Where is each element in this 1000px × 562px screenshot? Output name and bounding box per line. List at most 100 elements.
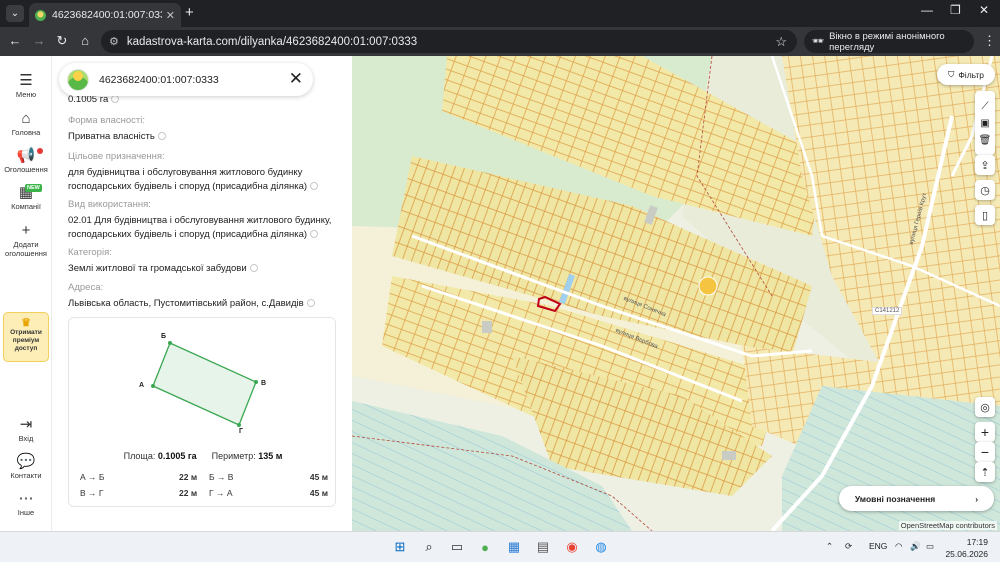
info-icon[interactable] — [111, 95, 120, 104]
reload-icon[interactable]: ↻ — [54, 33, 70, 49]
area-stat-value: 0.1005 га — [157, 451, 197, 461]
vertex-b-label: Б — [161, 333, 167, 340]
restore-icon[interactable]: ❐ — [950, 3, 961, 17]
parcel-shape — [151, 341, 258, 427]
side-row: В → Г 22 м Г → А 45 м — [80, 488, 328, 504]
info-icon[interactable] — [306, 299, 315, 308]
info-icon[interactable] — [157, 132, 166, 141]
globe-app-icon[interactable]: ◍ — [592, 538, 610, 556]
tab-title: 4623682400:01:007:0333 | Пуб — [52, 9, 162, 21]
volume-icon[interactable]: 🔊 — [910, 541, 921, 552]
site-favicon-icon — [35, 9, 46, 21]
rail-companies-label: Компанії — [11, 202, 41, 211]
side-lengths: А → Б 22 м Б → В 45 м В → Г 22 м Г → А 4… — [80, 472, 328, 504]
draw-line-icon[interactable]: ⟋ — [982, 101, 989, 112]
map-canvas[interactable] — [352, 56, 1000, 531]
tab-search-button[interactable]: ⌄ — [6, 5, 24, 22]
side-name: А → Б — [80, 472, 105, 482]
category-label: Категорія: — [68, 247, 112, 258]
close-icon[interactable]: ✕ — [289, 69, 303, 89]
site-info-icon[interactable]: ⚙ — [109, 35, 119, 48]
back-icon[interactable]: ← — [7, 33, 23, 48]
wifi-icon[interactable]: ◠ — [895, 541, 902, 552]
login-icon: ⇥ — [19, 416, 33, 433]
rail-login-label: Вхід — [18, 434, 34, 443]
language-indicator[interactable]: ENG — [869, 541, 887, 551]
compass-icon[interactable]: ⇡ — [975, 462, 995, 482]
battery-icon[interactable]: ▭ — [926, 541, 934, 552]
rail-login[interactable]: ⇥ Вхід — [0, 416, 52, 443]
new-tab-button[interactable]: + — [185, 4, 194, 21]
share-icon[interactable]: ⇪ — [975, 155, 995, 175]
megaphone-icon: 📢 — [16, 147, 36, 164]
premium-button[interactable]: ♛ Отримати преміум доступ — [3, 312, 49, 362]
rail-other[interactable]: ⋯ Інше — [0, 490, 52, 517]
rail-menu[interactable]: ☰ Меню — [0, 72, 52, 99]
rail-companies[interactable]: NEW ▦ Компанії — [0, 184, 52, 211]
calculator-icon[interactable]: ▤ — [534, 538, 552, 556]
draw-polygon-icon[interactable]: ▣ — [980, 118, 989, 129]
ownership-value: Приватна власність — [68, 131, 155, 142]
browser-toolbar: ← → ↻ ⌂ ⚙ kadastrova-karta.com/dilyanka/… — [0, 27, 1000, 56]
browser-menu-icon[interactable]: ⋮ — [983, 33, 996, 49]
screen-app-icon[interactable]: ▦ — [505, 538, 523, 556]
close-window-icon[interactable]: ✕ — [979, 3, 989, 17]
rail-add-ad[interactable]: + Додати оголошення — [0, 222, 52, 258]
incognito-icon: 🕶 — [812, 36, 825, 47]
premium-label: Отримати преміум доступ — [10, 329, 42, 352]
search-icon[interactable]: ⌕ — [420, 538, 438, 556]
cadastral-map[interactable]: вулиця Сонячна вулиця Вербова вулиця Гер… — [352, 56, 1000, 531]
home-icon: ⌂ — [21, 110, 31, 127]
bookmark-icon[interactable]: ▯ — [975, 205, 995, 225]
side-name: Б → В — [209, 472, 234, 482]
info-icon[interactable] — [249, 264, 258, 273]
trash-icon[interactable]: 🗑 — [979, 135, 992, 146]
locate-icon[interactable]: ◎ — [975, 397, 995, 417]
history-icon[interactable]: ◷ — [975, 180, 995, 200]
zoom-in-button[interactable]: + — [975, 422, 995, 442]
bookmark-star-icon[interactable]: ☆ — [775, 34, 787, 50]
ownership-label: Форма власності: — [68, 115, 146, 126]
map-attribution[interactable]: OpenStreetMap contributors — [898, 521, 997, 530]
address-bar[interactable]: ⚙ kadastrova-karta.com/dilyanka/46236824… — [101, 30, 797, 53]
windows-start-icon[interactable]: ⊞ — [391, 538, 409, 556]
filter-label: Фільтр — [958, 69, 985, 80]
chrome-icon[interactable]: ◉ — [563, 538, 581, 556]
rail-contacts-label: Контакти — [10, 471, 42, 480]
forward-icon[interactable]: → — [31, 33, 47, 48]
draw-tools: ⟋ ▣ 🗑 — [975, 91, 995, 155]
rail-add-ad-label: Додати оголошення — [5, 240, 47, 258]
rail-contacts[interactable]: 💬 Контакти — [0, 453, 52, 480]
tray-chevron-icon[interactable]: ⌃ — [826, 541, 833, 552]
filter-button[interactable]: ⛉ Фільтр — [937, 64, 995, 85]
site-logo — [67, 68, 89, 91]
parcel-shape-card: А Б В Г Площа: 0.1005 га Периметр: 135 м… — [68, 317, 336, 507]
sync-icon[interactable]: ⟳ — [845, 541, 852, 552]
rail-ads[interactable]: 📢 Оголошення — [0, 147, 52, 174]
ownership-field: Форма власності: Приватна власність — [68, 114, 338, 144]
area-stat-label: Площа: — [123, 451, 156, 461]
clock[interactable]: 17:19 25.06.2026 — [945, 536, 988, 560]
zoom-out-button[interactable]: − — [975, 442, 995, 462]
cadastral-number: 4623682400:01:007:0333 — [99, 73, 219, 86]
tab-close-icon[interactable]: ✕ — [166, 9, 175, 22]
browser-tab[interactable]: 4623682400:01:007:0333 | Пуб ✕ — [29, 3, 181, 27]
minimize-icon[interactable]: — — [921, 3, 933, 17]
home-icon[interactable]: ⌂ — [77, 33, 93, 48]
task-view-icon[interactable]: ▭ — [448, 538, 466, 556]
info-icon[interactable] — [310, 230, 319, 239]
address-label: Адреса: — [68, 282, 104, 293]
side-value: 22 м — [179, 472, 198, 482]
category-value: Землі житлової та громадської забудови — [68, 263, 247, 274]
road-number-label: C141212 — [872, 307, 903, 315]
app-content: ☰ Меню ⌂ Головна 📢 Оголошення NEW ▦ Комп… — [0, 56, 1000, 531]
chat-icon: 💬 — [16, 453, 36, 470]
torrent-app-icon[interactable]: ● — [476, 538, 494, 556]
side-value: 45 м — [309, 488, 328, 498]
rail-home[interactable]: ⌂ Головна — [0, 110, 52, 137]
info-icon[interactable] — [310, 182, 319, 191]
incognito-indicator[interactable]: 🕶 Вікно в режимі анонімного перегляду — [804, 30, 974, 53]
legend-button[interactable]: Умовні позначення › — [839, 486, 994, 511]
category-field: Категорія: Землі житлової та громадської… — [68, 246, 338, 276]
purpose-label: Цільове призначення: — [68, 151, 165, 162]
